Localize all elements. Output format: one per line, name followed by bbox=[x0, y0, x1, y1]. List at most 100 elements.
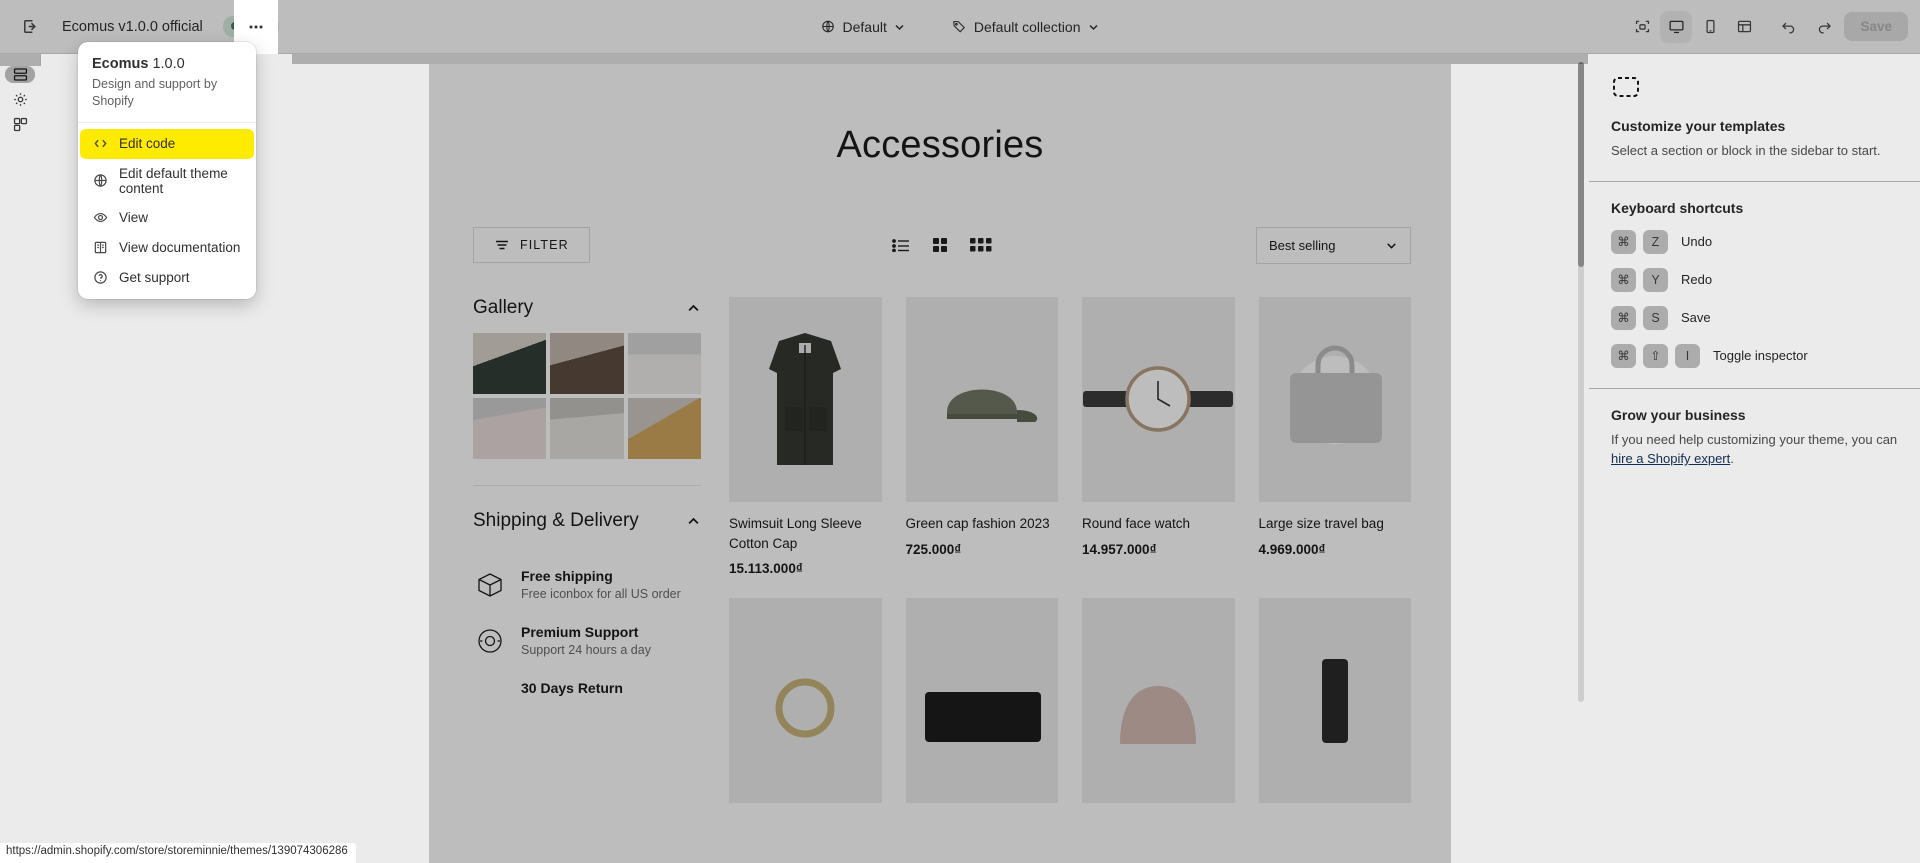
headset-icon bbox=[473, 624, 507, 658]
feature-item: 30 Days Return bbox=[473, 680, 701, 714]
customize-block: Customize your templates Select a sectio… bbox=[1589, 54, 1920, 182]
cap-image bbox=[946, 389, 1037, 422]
top-bar-right: Save bbox=[1626, 10, 1908, 43]
preview-scrollbar-track[interactable] bbox=[1578, 62, 1584, 702]
gallery-thumb[interactable] bbox=[473, 333, 547, 394]
collection-selector[interactable]: Default collection bbox=[943, 14, 1109, 40]
theme-preview-icon[interactable] bbox=[1728, 11, 1760, 43]
grow-business-block: Grow your business If you need help cust… bbox=[1589, 389, 1920, 489]
layout-grid-2-icon[interactable] bbox=[932, 237, 948, 253]
sidebar-item-sections[interactable] bbox=[5, 66, 35, 83]
product-image bbox=[729, 297, 882, 502]
hire-expert-link[interactable]: hire a Shopify expert bbox=[1611, 451, 1730, 466]
shortcut-label: Redo bbox=[1681, 272, 1713, 287]
product-image bbox=[1258, 598, 1411, 804]
status-bar-url: https://admin.shopify.com/store/storemin… bbox=[0, 843, 356, 863]
gallery-thumb[interactable] bbox=[473, 398, 547, 459]
preview-scrollbar-thumb[interactable] bbox=[1578, 62, 1584, 267]
tag-icon bbox=[953, 21, 966, 33]
shipping-accordion-header[interactable]: Shipping & Delivery bbox=[473, 510, 701, 546]
layout-list-icon[interactable] bbox=[892, 238, 910, 252]
product-image bbox=[905, 297, 1058, 502]
shortcut-key: ⌘ bbox=[1611, 267, 1636, 292]
shortcut-key: ⌘ bbox=[1611, 305, 1636, 330]
product-card[interactable]: Green cap fashion 2023 725.000₫ bbox=[905, 297, 1058, 576]
menu-item-label: Edit code bbox=[119, 136, 176, 152]
redo-icon[interactable] bbox=[1808, 11, 1840, 43]
shortcut-row: ⌘ Z Undo bbox=[1611, 229, 1898, 254]
gallery-thumb[interactable] bbox=[627, 333, 701, 394]
product-card[interactable]: Swimsuit Long Sleeve Cotton Cap 15.113.0… bbox=[729, 297, 882, 576]
menu-item-get-support[interactable]: Get support bbox=[80, 263, 254, 293]
filter-button[interactable]: FILTER bbox=[473, 227, 590, 263]
locale-selector[interactable]: Default bbox=[812, 14, 915, 40]
menu-item-view-documentation[interactable]: View documentation bbox=[80, 233, 254, 263]
product-card[interactable]: Sold Out Large size travel bag 4.969.000… bbox=[1258, 297, 1411, 576]
product-price: 14.957.000₫ bbox=[1082, 541, 1157, 557]
product-grid: Swimsuit Long Sleeve Cotton Cap 15.113.0… bbox=[729, 297, 1411, 804]
sort-select[interactable]: Best selling bbox=[1256, 226, 1411, 264]
product-card[interactable] bbox=[729, 598, 882, 804]
book-icon bbox=[92, 240, 108, 256]
sidebar-item-apps[interactable] bbox=[5, 116, 35, 133]
shortcut-key: ⌘ bbox=[1611, 229, 1636, 254]
exit-icon[interactable] bbox=[14, 11, 46, 43]
product-name: Swimsuit Long Sleeve Cotton Cap bbox=[729, 516, 862, 551]
clutch-image bbox=[924, 691, 1041, 742]
filter-label: FILTER bbox=[520, 238, 569, 252]
product-image bbox=[905, 598, 1058, 804]
ring-image bbox=[775, 678, 835, 738]
globe-icon bbox=[92, 173, 108, 189]
mobile-preview-icon[interactable] bbox=[1694, 11, 1726, 43]
grow-title: Grow your business bbox=[1611, 406, 1746, 423]
product-card[interactable]: Round face watch 14.957.000₫ bbox=[1082, 297, 1235, 576]
gallery-thumb[interactable] bbox=[627, 398, 701, 459]
sidebar-item-settings[interactable] bbox=[5, 91, 35, 108]
gallery-thumb[interactable] bbox=[550, 398, 624, 459]
collection-label: Default collection bbox=[973, 18, 1081, 35]
device-preview-group bbox=[1626, 10, 1760, 43]
product-card[interactable] bbox=[1258, 598, 1411, 804]
feature-title: Free shipping bbox=[521, 568, 613, 584]
coat-image bbox=[769, 332, 842, 465]
menu-item-view[interactable]: View bbox=[80, 203, 254, 233]
chevron-up-icon bbox=[688, 304, 699, 311]
chevron-down-icon bbox=[1387, 242, 1396, 249]
gallery-title: Gallery bbox=[473, 297, 534, 318]
undo-icon[interactable] bbox=[1772, 11, 1804, 43]
question-circle-icon bbox=[92, 270, 108, 286]
feature-title: Premium Support bbox=[521, 624, 639, 640]
product-card[interactable] bbox=[905, 598, 1058, 804]
chevron-down-icon bbox=[1089, 24, 1098, 30]
shortcut-key: S bbox=[1643, 305, 1668, 330]
gallery-thumb[interactable] bbox=[550, 333, 624, 394]
feature-item: Premium Support Support 24 hours a day bbox=[473, 624, 701, 658]
layout-grid-3-icon[interactable] bbox=[970, 237, 992, 253]
template-icon bbox=[1611, 72, 1641, 102]
collection-body: Gallery Shipping & Delivery Free shippin… bbox=[473, 297, 1411, 804]
menu-item-label: View documentation bbox=[119, 240, 241, 256]
sidebar-facets: Gallery Shipping & Delivery Free shippin… bbox=[473, 297, 701, 803]
product-name: Round face watch bbox=[1082, 516, 1191, 531]
save-button[interactable]: Save bbox=[1844, 12, 1908, 41]
menu-theme-subtitle: Design and support by Shopify bbox=[92, 77, 218, 108]
gallery-grid bbox=[473, 333, 701, 459]
chevron-up-icon bbox=[688, 517, 699, 524]
watch-image bbox=[1083, 365, 1234, 432]
product-card[interactable] bbox=[1082, 598, 1235, 804]
desktop-preview-icon[interactable] bbox=[1660, 10, 1693, 43]
feature-desc: Free iconbox for all US order bbox=[521, 587, 681, 601]
eye-icon bbox=[92, 210, 108, 226]
menu-item-label: Get support bbox=[119, 270, 190, 286]
gear-icon bbox=[13, 93, 27, 106]
product-image bbox=[729, 598, 882, 804]
menu-item-edit-default-theme-content[interactable]: Edit default theme content bbox=[80, 159, 254, 203]
gallery-accordion-header[interactable]: Gallery bbox=[473, 297, 701, 333]
product-image: Sold Out bbox=[1258, 297, 1411, 502]
fullscreen-icon[interactable] bbox=[1626, 11, 1658, 43]
shortcut-row: ⌘ ⇧ I Toggle inspector bbox=[1611, 343, 1898, 368]
menu-theme-title: Ecomus 1.0.0 bbox=[92, 56, 242, 72]
layout-toggle-group bbox=[892, 237, 992, 253]
menu-item-edit-code[interactable]: Edit code bbox=[80, 128, 254, 159]
chevron-down-icon bbox=[895, 24, 904, 30]
